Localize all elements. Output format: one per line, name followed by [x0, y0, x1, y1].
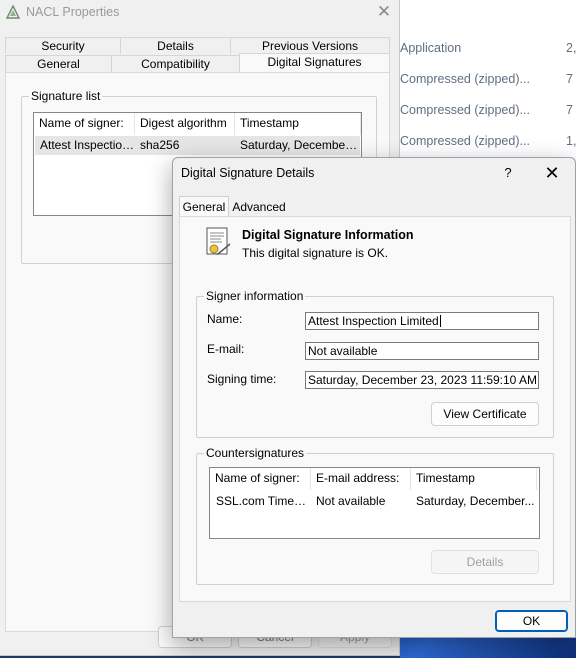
countersigner-name-cell: SSL.com Timesta...: [216, 494, 311, 508]
file-size: 2,: [566, 41, 576, 55]
countersigner-timestamp-cell: Saturday, December...: [416, 494, 535, 508]
column-header-name-of-signer[interactable]: Name of signer:: [34, 113, 135, 135]
column-header-timestamp[interactable]: Timestamp: [411, 468, 537, 490]
signer-name-value: Attest Inspection Limited: [308, 314, 439, 328]
signature-info-heading: Digital Signature Information: [242, 228, 414, 242]
column-header-timestamp[interactable]: Timestamp: [235, 113, 361, 135]
file-type: Compressed (zipped)...: [400, 134, 530, 148]
column-header-email-address[interactable]: E-mail address:: [311, 468, 411, 490]
tab-security[interactable]: Security: [5, 37, 121, 54]
tab-details[interactable]: Details: [120, 37, 231, 54]
signature-list-header: Name of signer: Digest algorithm Timesta…: [34, 113, 361, 135]
view-certificate-button[interactable]: View Certificate: [431, 402, 539, 426]
signer-information-legend: Signer information: [204, 289, 306, 303]
countersigner-email-cell: Not available: [316, 494, 386, 508]
name-label: Name:: [207, 312, 243, 326]
signing-time-field[interactable]: Saturday, December 23, 2023 11:59:10 AM: [305, 371, 539, 389]
digital-signature-details-dialog: Digital Signature Details ? ✕ General Ad…: [172, 157, 576, 638]
timestamp-cell: Saturday, December ...: [240, 138, 359, 152]
tab-previous-versions[interactable]: Previous Versions: [230, 37, 390, 54]
dialog-title: Digital Signature Details: [181, 166, 315, 180]
file-type: Compressed (zipped)...: [400, 103, 530, 117]
file-size: 7: [566, 72, 573, 86]
file-type: Compressed (zipped)...: [400, 72, 530, 86]
signing-time-label: Signing time:: [207, 372, 277, 386]
certificate-icon: [206, 227, 231, 255]
countersignatures-list[interactable]: Name of signer: E-mail address: Timestam…: [209, 467, 540, 539]
signer-name-cell: Attest Inspection ...: [40, 138, 135, 152]
tab-compatibility[interactable]: Compatibility: [111, 55, 240, 72]
file-type: Application: [400, 41, 462, 55]
help-icon[interactable]: ?: [498, 161, 518, 185]
ok-button[interactable]: OK: [495, 610, 568, 632]
file-row[interactable]: Compressed (zipped)... 1,: [400, 131, 576, 151]
tab-general[interactable]: General: [5, 55, 112, 72]
digest-algorithm-cell: sha256: [140, 138, 180, 152]
signature-status: This digital signature is OK.: [242, 246, 389, 260]
text-caret: [439, 315, 441, 327]
file-size: 1,: [566, 134, 576, 148]
app-icon: [6, 5, 20, 19]
properties-title: NACL Properties: [26, 5, 120, 19]
file-size: 7: [566, 103, 573, 117]
close-icon[interactable]: ✕: [542, 161, 562, 185]
email-label: E-mail:: [207, 342, 245, 356]
countersignatures-header: Name of signer: E-mail address: Timestam…: [210, 468, 539, 490]
file-row[interactable]: Application 2,: [400, 38, 576, 58]
column-header-name-of-signer[interactable]: Name of signer:: [210, 468, 311, 490]
email-field[interactable]: Not available: [305, 342, 539, 360]
tab-general[interactable]: General: [179, 196, 229, 217]
file-row[interactable]: Compressed (zipped)... 7: [400, 100, 576, 120]
details-button[interactable]: Details: [431, 550, 539, 574]
countersignatures-legend: Countersignatures: [204, 446, 307, 460]
signature-list-legend: Signature list: [29, 89, 103, 103]
column-header-digest-algorithm[interactable]: Digest algorithm: [135, 113, 235, 135]
table-row[interactable]: SSL.com Timesta... Not available Saturda…: [211, 492, 538, 511]
close-icon[interactable]: ✕: [374, 2, 394, 22]
table-row[interactable]: Attest Inspection ... sha256 Saturday, D…: [35, 136, 360, 155]
tab-digital-signatures[interactable]: Digital Signatures: [239, 53, 390, 73]
properties-titlebar[interactable]: NACL Properties ✕: [0, 0, 399, 26]
tab-advanced[interactable]: Advanced: [230, 199, 288, 216]
signer-name-field[interactable]: Attest Inspection Limited: [305, 312, 539, 330]
file-row[interactable]: Compressed (zipped)... 7: [400, 69, 576, 89]
